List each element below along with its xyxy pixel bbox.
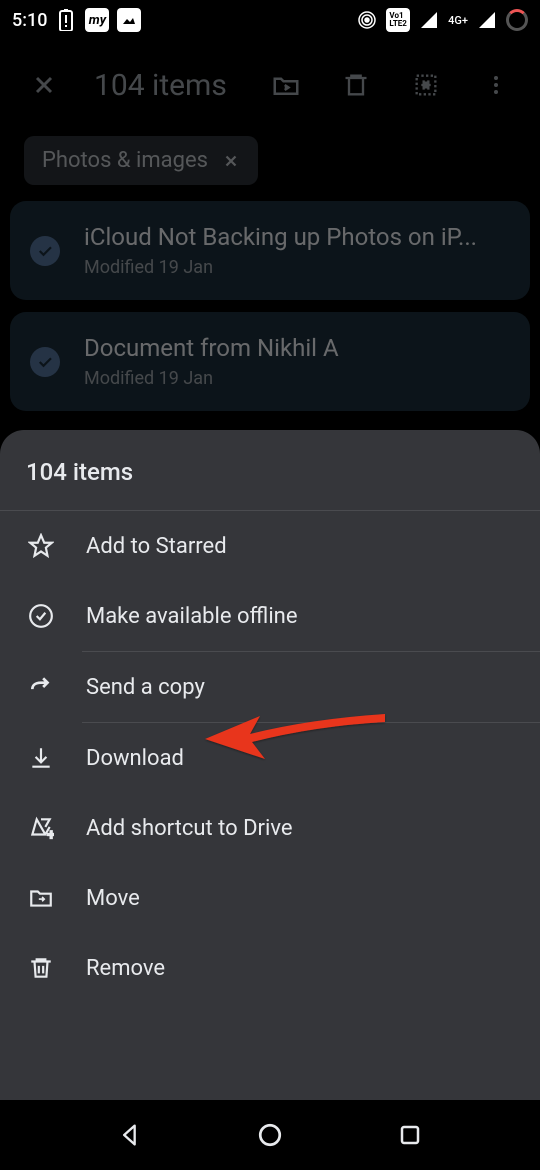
app-icon-my: my — [85, 8, 109, 32]
trash-icon — [28, 955, 54, 981]
file-item[interactable]: Document from Nikhil A Modified 19 Jan — [10, 312, 530, 411]
menu-label: Download — [86, 746, 184, 771]
bottom-sheet: 104 items Add to Starred Make available … — [0, 430, 540, 1100]
file-item[interactable]: iCloud Not Backing up Photos on iP... Mo… — [10, 201, 530, 300]
loading-spinner-icon — [506, 9, 528, 31]
dimmed-background: 104 items Photos & images iCloud Not Bac… — [0, 40, 540, 430]
network-label: 4G+ — [448, 14, 468, 27]
filter-chip[interactable]: Photos & images — [24, 136, 258, 185]
file-title: Document from Nikhil A — [84, 334, 339, 362]
nav-recents-button[interactable] — [392, 1117, 428, 1153]
menu-label: Add to Starred — [86, 534, 227, 559]
drive-shortcut-icon: + — [28, 815, 54, 841]
menu-move[interactable]: Move — [0, 863, 540, 933]
move-icon — [28, 885, 54, 911]
chip-label: Photos & images — [42, 148, 208, 173]
send-icon — [28, 674, 54, 700]
menu-add-to-starred[interactable]: Add to Starred — [0, 511, 540, 581]
offline-icon — [28, 603, 54, 629]
nav-home-button[interactable] — [252, 1117, 288, 1153]
menu-label: Send a copy — [86, 675, 205, 700]
hotspot-icon — [356, 9, 378, 31]
sheet-title: 104 items — [0, 430, 540, 511]
chip-close-icon[interactable] — [222, 152, 240, 170]
checkmark-icon — [30, 236, 60, 266]
star-icon — [28, 533, 54, 559]
menu-label: Remove — [86, 956, 165, 981]
menu-send-a-copy[interactable]: Send a copy — [0, 652, 540, 722]
checkmark-icon — [30, 347, 60, 377]
file-title: iCloud Not Backing up Photos on iP... — [84, 223, 477, 251]
more-options-button[interactable] — [476, 65, 516, 105]
select-all-button[interactable] — [406, 65, 446, 105]
battery-alert-icon — [55, 9, 77, 31]
status-time: 5:10 — [12, 10, 47, 31]
close-selection-button[interactable] — [24, 65, 64, 105]
menu-download[interactable]: Download — [0, 723, 540, 793]
app-icon-gallery — [117, 8, 141, 32]
file-subtitle: Modified 19 Jan — [84, 257, 477, 278]
menu-add-shortcut[interactable]: + Add shortcut to Drive — [0, 793, 540, 863]
move-to-button[interactable] — [266, 65, 306, 105]
selection-count: 104 items — [94, 68, 236, 103]
selection-toolbar: 104 items — [0, 40, 540, 130]
nav-back-button[interactable] — [112, 1117, 148, 1153]
menu-label: Move — [86, 886, 140, 911]
system-nav-bar — [0, 1100, 540, 1170]
download-icon — [28, 745, 54, 771]
menu-remove[interactable]: Remove — [0, 933, 540, 1003]
file-subtitle: Modified 19 Jan — [84, 368, 339, 389]
signal-icon-1 — [418, 9, 440, 31]
status-bar: 5:10 my Vo1LTE2 4G+ — [0, 0, 540, 40]
menu-label: Make available offline — [86, 604, 297, 629]
svg-text:+: + — [48, 828, 55, 841]
menu-make-available-offline[interactable]: Make available offline — [0, 581, 540, 651]
lte-icon: Vo1LTE2 — [386, 8, 410, 32]
delete-button[interactable] — [336, 65, 376, 105]
signal-icon-2 — [476, 9, 498, 31]
menu-label: Add shortcut to Drive — [86, 816, 293, 841]
